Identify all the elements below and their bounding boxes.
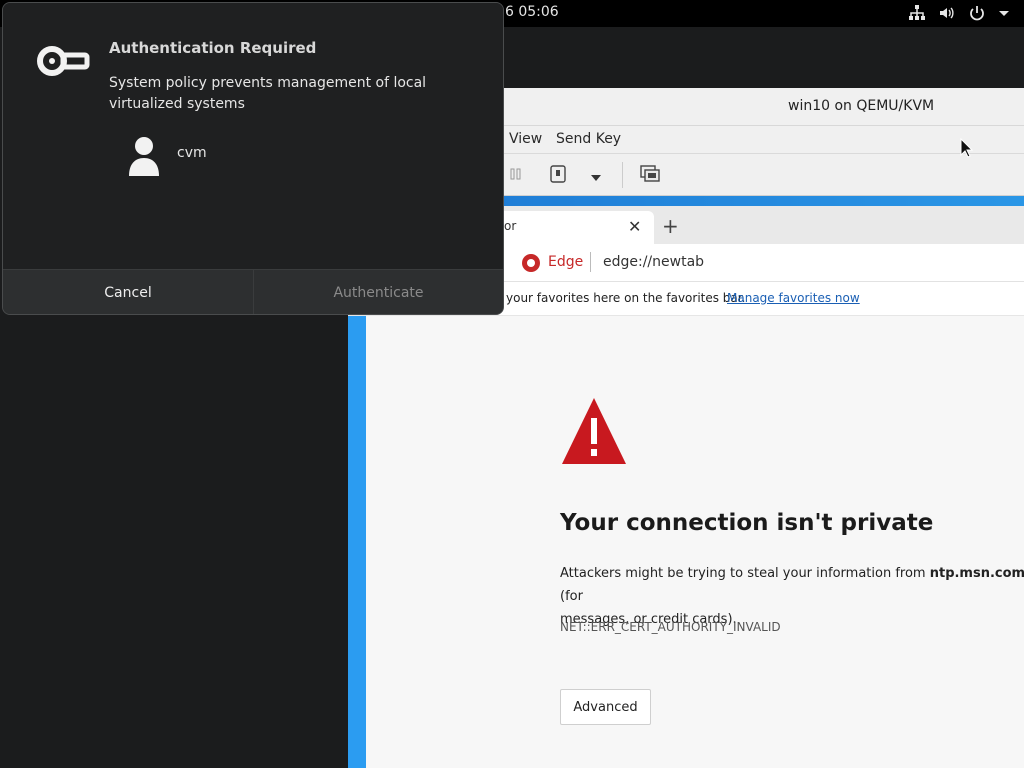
pause-icon[interactable] xyxy=(508,166,524,186)
manage-favorites-link[interactable]: Manage favorites now xyxy=(727,291,860,305)
user-avatar-icon xyxy=(127,136,161,178)
key-icon xyxy=(37,43,91,79)
error-code: NET::ERR_CERT_AUTHORITY_INVALID xyxy=(560,620,781,634)
cancel-button[interactable]: Cancel xyxy=(3,270,253,314)
dropdown-arrow-icon[interactable] xyxy=(590,168,602,187)
advanced-button[interactable]: Advanced xyxy=(560,689,651,725)
volume-icon xyxy=(938,4,956,22)
dialog-message: System policy prevents management of loc… xyxy=(109,75,427,112)
windows-desktop-strip xyxy=(348,316,366,768)
dialog-title: Authentication Required xyxy=(109,39,317,57)
address-separator xyxy=(590,252,591,272)
tab-title: or xyxy=(504,219,517,233)
warning-icon xyxy=(560,396,628,466)
system-tray[interactable] xyxy=(908,4,1010,22)
network-icon xyxy=(908,4,926,22)
vertical-separator xyxy=(622,162,623,188)
shutdown-icon[interactable] xyxy=(548,164,568,188)
menu-view[interactable]: View xyxy=(509,131,542,147)
error-host: ntp.msn.com xyxy=(929,566,1024,581)
dialog-buttons: Cancel Authenticate xyxy=(3,269,503,314)
error-page: Your connection isn't private Attackers … xyxy=(366,316,1024,768)
authentication-dialog: Authentication Required System policy pr… xyxy=(2,2,504,315)
error-desc-part: Attackers might be trying to steal your … xyxy=(560,566,930,581)
error-title: Your connection isn't private xyxy=(560,510,934,536)
screens-icon[interactable] xyxy=(639,163,661,189)
mouse-pointer-icon xyxy=(960,137,974,158)
clock[interactable]: 6 05:06 xyxy=(505,4,559,20)
favorites-hint: your favorites here on the favorites bar… xyxy=(506,291,746,305)
edge-logo-icon xyxy=(522,254,540,272)
error-desc-tail: (for xyxy=(560,589,583,604)
site-identity-label[interactable]: Edge xyxy=(548,254,583,270)
window-title: win10 on QEMU/KVM xyxy=(788,98,935,114)
new-tab-button[interactable]: + xyxy=(662,216,679,236)
close-icon[interactable]: ✕ xyxy=(628,217,641,236)
authenticate-button[interactable]: Authenticate xyxy=(253,270,503,314)
user-name: cvm xyxy=(177,145,207,161)
url-input[interactable]: edge://newtab xyxy=(603,254,704,270)
auth-dialog-body: Authentication Required System policy pr… xyxy=(3,3,503,269)
power-icon xyxy=(968,4,986,22)
chevron-down-icon xyxy=(998,4,1010,22)
menu-send-key[interactable]: Send Key xyxy=(556,131,621,147)
